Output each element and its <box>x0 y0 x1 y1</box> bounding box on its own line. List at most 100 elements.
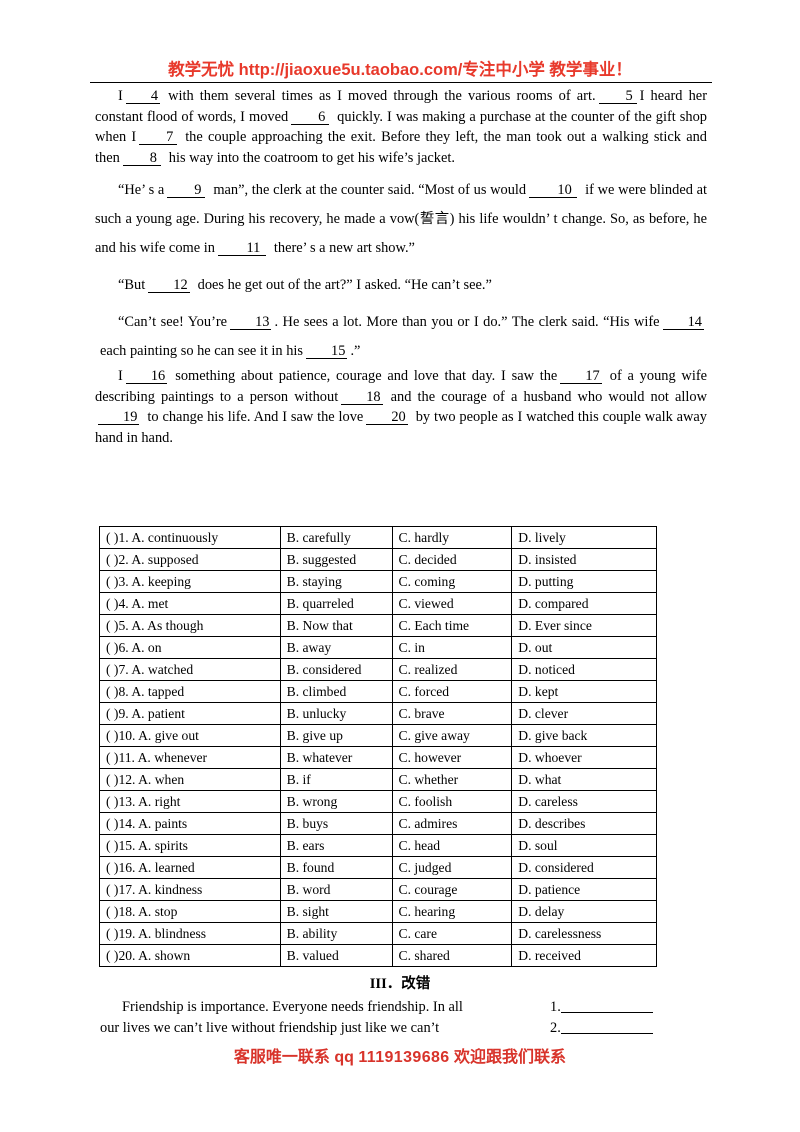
option-cell-a[interactable]: ( )11. A. whenever <box>99 746 281 769</box>
option-cell-a[interactable]: ( )20. A. shown <box>99 944 281 967</box>
answer-paren-box[interactable]: ( ) <box>106 772 118 787</box>
option-cell-d[interactable]: D. kept <box>511 680 657 703</box>
answer-paren-box[interactable]: ( ) <box>106 618 118 633</box>
option-cell-a[interactable]: ( )10. A. give out <box>99 724 281 747</box>
option-cell-b[interactable]: B. valued <box>279 944 393 967</box>
answer-paren-box[interactable]: ( ) <box>106 728 118 743</box>
option-cell-c[interactable]: C. hearing <box>391 900 513 923</box>
option-cell-a[interactable]: ( )7. A. watched <box>99 658 281 681</box>
option-cell-d[interactable]: D. lively <box>511 526 657 549</box>
answer-paren-box[interactable]: ( ) <box>106 706 118 721</box>
option-cell-a[interactable]: ( )1. A. continuously <box>99 526 281 549</box>
option-cell-d[interactable]: D. soul <box>511 834 657 857</box>
option-cell-a[interactable]: ( )8. A. tapped <box>99 680 281 703</box>
option-a-label[interactable]: A. paints <box>138 816 187 831</box>
option-cell-a[interactable]: ( )9. A. patient <box>99 702 281 725</box>
option-cell-a[interactable]: ( )14. A. paints <box>99 812 281 835</box>
option-cell-c[interactable]: C. coming <box>391 570 513 593</box>
answer-blank-14[interactable]: 14 <box>662 315 704 330</box>
option-a-label[interactable]: A. As though <box>131 618 203 633</box>
option-cell-d[interactable]: D. out <box>511 636 657 659</box>
option-cell-d[interactable]: D. received <box>511 944 657 967</box>
option-a-label[interactable]: A. blindness <box>138 926 206 941</box>
option-cell-d[interactable]: D. compared <box>511 592 657 615</box>
option-cell-d[interactable]: D. whoever <box>511 746 657 769</box>
option-a-label[interactable]: A. give out <box>138 728 199 743</box>
answer-paren-box[interactable]: ( ) <box>106 640 118 655</box>
option-a-label[interactable]: A. kindness <box>138 882 202 897</box>
option-a-label[interactable]: A. continuously <box>131 530 218 545</box>
option-cell-a[interactable]: ( )3. A. keeping <box>99 570 281 593</box>
answer-paren-box[interactable]: ( ) <box>106 684 118 699</box>
option-cell-a[interactable]: ( )19. A. blindness <box>99 922 281 945</box>
option-cell-c[interactable]: C. courage <box>391 878 513 901</box>
option-cell-b[interactable]: B. staying <box>279 570 393 593</box>
answer-blank-6[interactable]: 6 <box>291 109 330 125</box>
answer-blank-7[interactable]: 7 <box>139 130 178 145</box>
option-cell-a[interactable]: ( )15. A. spirits <box>99 834 281 857</box>
option-cell-a[interactable]: ( )18. A. stop <box>99 900 281 923</box>
option-cell-a[interactable]: ( )16. A. learned <box>99 856 281 879</box>
option-cell-b[interactable]: B. buys <box>279 812 393 835</box>
option-cell-c[interactable]: C. Each time <box>391 614 513 637</box>
answer-blank-8[interactable]: 8 <box>122 150 161 166</box>
answer-paren-box[interactable]: ( ) <box>106 860 118 875</box>
option-cell-c[interactable]: C. foolish <box>391 790 513 813</box>
option-cell-d[interactable]: D. describes <box>511 812 657 835</box>
option-a-label[interactable]: A. when <box>138 772 184 787</box>
answer-paren-box[interactable]: ( ) <box>106 816 118 831</box>
option-a-label[interactable]: A. spirits <box>138 838 188 853</box>
option-cell-b[interactable]: B. wrong <box>279 790 393 813</box>
option-cell-b[interactable]: B. suggested <box>279 548 393 571</box>
answer-blank-19[interactable]: 19 <box>98 410 140 425</box>
option-cell-c[interactable]: C. viewed <box>391 592 513 615</box>
option-cell-c[interactable]: C. care <box>391 922 513 945</box>
option-cell-b[interactable]: B. ability <box>279 922 393 945</box>
option-cell-c[interactable]: C. admires <box>391 812 513 835</box>
answer-blank-15[interactable]: 15 <box>306 344 348 359</box>
option-cell-d[interactable]: D. considered <box>511 856 657 879</box>
option-cell-c[interactable]: C. shared <box>391 944 513 967</box>
option-cell-b[interactable]: B. give up <box>279 724 393 747</box>
option-cell-b[interactable]: B. whatever <box>279 746 393 769</box>
answer-blank-11[interactable]: 11 <box>217 241 266 256</box>
answer-slot-1-line[interactable] <box>560 999 653 1013</box>
option-cell-c[interactable]: C. realized <box>391 658 513 681</box>
answer-blank-16[interactable]: 16 <box>125 369 168 384</box>
option-cell-b[interactable]: B. away <box>279 636 393 659</box>
option-a-label[interactable]: A. supposed <box>131 552 198 567</box>
option-cell-d[interactable]: D. careless <box>511 790 657 813</box>
answer-paren-box[interactable]: ( ) <box>106 904 118 919</box>
option-cell-c[interactable]: C. in <box>391 636 513 659</box>
option-a-label[interactable]: A. stop <box>138 904 177 919</box>
option-cell-d[interactable]: D. patience <box>511 878 657 901</box>
answer-paren-box[interactable]: ( ) <box>106 574 118 589</box>
option-cell-b[interactable]: B. climbed <box>279 680 393 703</box>
option-cell-d[interactable]: D. putting <box>511 570 657 593</box>
answer-paren-box[interactable]: ( ) <box>106 750 118 765</box>
option-cell-a[interactable]: ( )2. A. supposed <box>99 548 281 571</box>
answer-paren-box[interactable]: ( ) <box>106 794 118 809</box>
answer-paren-box[interactable]: ( ) <box>106 926 118 941</box>
option-cell-c[interactable]: C. decided <box>391 548 513 571</box>
answer-blank-9[interactable]: 9 <box>167 183 206 198</box>
option-a-label[interactable]: A. on <box>131 640 161 655</box>
option-a-label[interactable]: A. right <box>138 794 180 809</box>
option-cell-b[interactable]: B. considered <box>279 658 393 681</box>
option-cell-d[interactable]: D. insisted <box>511 548 657 571</box>
answer-blank-5[interactable]: 5 <box>598 89 637 104</box>
option-a-label[interactable]: A. patient <box>131 706 185 721</box>
answer-paren-box[interactable]: ( ) <box>106 948 118 963</box>
option-cell-b[interactable]: B. ears <box>279 834 393 857</box>
answer-blank-20[interactable]: 20 <box>366 410 408 425</box>
option-cell-b[interactable]: B. sight <box>279 900 393 923</box>
option-a-label[interactable]: A. tapped <box>131 684 184 699</box>
option-cell-a[interactable]: ( )17. A. kindness <box>99 878 281 901</box>
option-cell-a[interactable]: ( )12. A. when <box>99 768 281 791</box>
option-cell-b[interactable]: B. Now that <box>279 614 393 637</box>
option-cell-c[interactable]: C. brave <box>391 702 513 725</box>
option-cell-d[interactable]: D. what <box>511 768 657 791</box>
option-a-label[interactable]: A. shown <box>138 948 190 963</box>
option-cell-b[interactable]: B. unlucky <box>279 702 393 725</box>
option-cell-b[interactable]: B. quarreled <box>279 592 393 615</box>
